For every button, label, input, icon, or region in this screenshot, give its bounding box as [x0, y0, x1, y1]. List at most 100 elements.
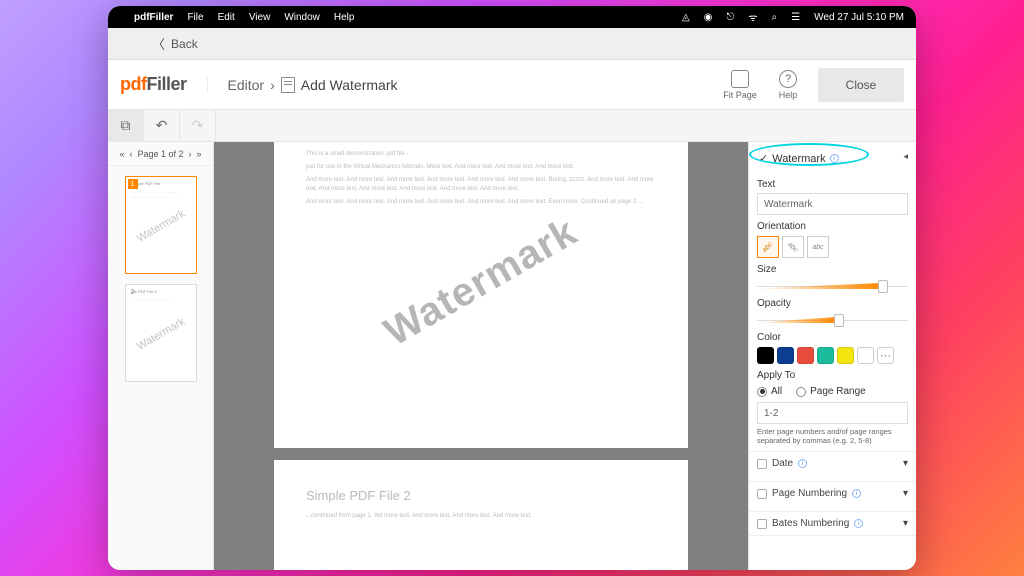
app-logo: pdfFiller — [120, 74, 207, 95]
watermark-doc-icon — [281, 77, 295, 93]
chevron-right-icon: › — [270, 77, 275, 93]
chevron-down-icon: ▾ — [903, 458, 908, 469]
page-2: Simple PDF File 2 ...continued from page… — [274, 460, 688, 570]
thumbnail-page-2[interactable]: 2 ple PDF File 2- - - - - - - - - - - - … — [125, 284, 197, 382]
color-red[interactable] — [797, 347, 814, 364]
chevron-down-icon: ▾ — [903, 518, 908, 529]
menu-help[interactable]: Help — [334, 12, 355, 23]
apply-all-radio[interactable]: All — [757, 386, 782, 397]
last-page-icon[interactable]: » — [197, 149, 202, 159]
thumbnail-panel: « ‹ Page 1 of 2 › » 1 Simple PDF File- -… — [108, 142, 214, 570]
back-icon[interactable]: 〈 — [152, 34, 165, 53]
fit-page-icon — [731, 70, 749, 88]
orientation-diagonal-up[interactable]: abc — [757, 236, 779, 258]
opacity-slider[interactable] — [757, 312, 908, 326]
titlebar: 〈 Back — [108, 28, 916, 60]
redo-button[interactable]: ↷ — [180, 110, 216, 142]
close-button[interactable]: Close — [818, 68, 904, 102]
status-icon[interactable]: ◉ — [704, 12, 713, 23]
apply-to-label: Apply To — [757, 370, 908, 381]
watermark-text-input[interactable] — [757, 193, 908, 215]
color-teal[interactable] — [817, 347, 834, 364]
date-section[interactable]: Date i ▾ — [749, 451, 916, 475]
orientation-horizontal[interactable]: abc — [807, 236, 829, 258]
search-icon[interactable]: ⌕ — [772, 12, 778, 23]
control-center-icon[interactable]: ☰ — [791, 12, 800, 23]
page-numbering-section[interactable]: Page Numbering i ▾ — [749, 481, 916, 505]
menu-file[interactable]: File — [187, 12, 203, 23]
back-label[interactable]: Back — [171, 37, 198, 51]
prev-page-icon[interactable]: ‹ — [129, 149, 132, 159]
breadcrumb: Editor › Add Watermark — [207, 77, 398, 93]
info-icon[interactable]: i — [854, 519, 863, 528]
editor-body: « ‹ Page 1 of 2 › » 1 Simple PDF File- -… — [108, 142, 916, 570]
status-icon[interactable]: ⎋ — [726, 12, 734, 23]
menu-view[interactable]: View — [249, 12, 271, 23]
color-navy[interactable] — [777, 347, 794, 364]
thumb-watermark: Watermark — [134, 208, 186, 245]
page-indicator: Page 1 of 2 — [137, 149, 183, 159]
info-icon[interactable]: i — [798, 459, 807, 468]
bates-numbering-section[interactable]: Bates Numbering i ▾ — [749, 511, 916, 536]
thumb-number: 2 — [128, 287, 138, 297]
page-navigator: « ‹ Page 1 of 2 › » — [108, 142, 213, 166]
menu-edit[interactable]: Edit — [218, 12, 235, 23]
page-watermark: Watermark — [377, 209, 585, 355]
macos-menubar: pdfFiller File Edit View Window Help ◬ ◉… — [108, 6, 916, 28]
range-hint: Enter page numbers and/of page ranges se… — [757, 427, 908, 445]
page-range-input[interactable] — [757, 402, 908, 424]
document-canvas[interactable]: This is a small demonstration .pdf file … — [214, 142, 748, 570]
fit-page-label: Fit Page — [723, 90, 757, 100]
crumb-editor[interactable]: Editor — [228, 77, 265, 93]
color-label: Color — [757, 332, 908, 343]
menubar-app[interactable]: pdfFiller — [134, 12, 173, 23]
color-more[interactable]: ⋯ — [877, 347, 894, 364]
menubar-datetime[interactable]: Wed 27 Jul 5:10 PM — [814, 12, 904, 23]
thumbnail-page-1[interactable]: 1 Simple PDF File- - - - - - - - - - - -… — [125, 176, 197, 274]
opacity-label: Opacity — [757, 298, 908, 309]
color-yellow[interactable] — [837, 347, 854, 364]
help-icon: ? — [779, 70, 797, 88]
logo-part2: Filler — [146, 74, 186, 94]
next-page-icon[interactable]: › — [189, 149, 192, 159]
crumb-current: Add Watermark — [301, 77, 398, 93]
checkbox-icon — [757, 519, 767, 529]
orientation-diagonal-down[interactable]: abc — [782, 236, 804, 258]
apply-range-radio[interactable]: Page Range — [796, 386, 866, 397]
color-black[interactable] — [757, 347, 774, 364]
size-label: Size — [757, 264, 908, 275]
help-label: Help — [779, 90, 798, 100]
checkbox-icon — [757, 489, 767, 499]
fit-page-button[interactable]: Fit Page — [716, 70, 764, 100]
collapse-panel-icon[interactable]: ◂ — [903, 151, 908, 162]
logo-part1: pdf — [120, 74, 146, 94]
editor-toolbar: ⧉ ↶ ↷ — [108, 110, 916, 142]
app-window: pdfFiller File Edit View Window Help ◬ ◉… — [108, 6, 916, 570]
panel-title: Watermark — [772, 153, 825, 165]
first-page-icon[interactable]: « — [119, 149, 124, 159]
color-white[interactable] — [857, 347, 874, 364]
bates-label: Bates Numbering — [772, 518, 849, 529]
menu-window[interactable]: Window — [284, 12, 320, 23]
checkbox-icon — [757, 459, 767, 469]
panel-header[interactable]: ✓ Watermark i — [757, 150, 908, 173]
pagenum-label: Page Numbering — [772, 488, 847, 499]
wifi-icon[interactable]: ᯤ — [748, 10, 757, 24]
page-1: This is a small demonstration .pdf file … — [274, 142, 688, 448]
thumb-watermark: Watermark — [134, 316, 186, 353]
page2-title: Simple PDF File 2 — [306, 486, 656, 506]
undo-button[interactable]: ↶ — [144, 110, 180, 142]
chevron-down-icon: ▾ — [903, 488, 908, 499]
app-header: pdfFiller Editor › Add Watermark Fit Pag… — [108, 60, 916, 110]
watermark-panel: ◂ ✓ Watermark i Text Orientation abc abc… — [748, 142, 916, 570]
orientation-options: abc abc abc — [757, 236, 908, 258]
info-icon[interactable]: i — [830, 154, 839, 163]
info-icon[interactable]: i — [852, 489, 861, 498]
status-icon[interactable]: ◬ — [682, 12, 690, 23]
copy-tool[interactable]: ⧉ — [108, 110, 144, 142]
help-button[interactable]: ? Help — [764, 70, 812, 100]
close-label: Close — [846, 78, 877, 92]
color-swatches: ⋯ — [757, 347, 908, 364]
thumb-title: ple PDF File 2 — [132, 289, 190, 295]
size-slider[interactable] — [757, 278, 908, 292]
